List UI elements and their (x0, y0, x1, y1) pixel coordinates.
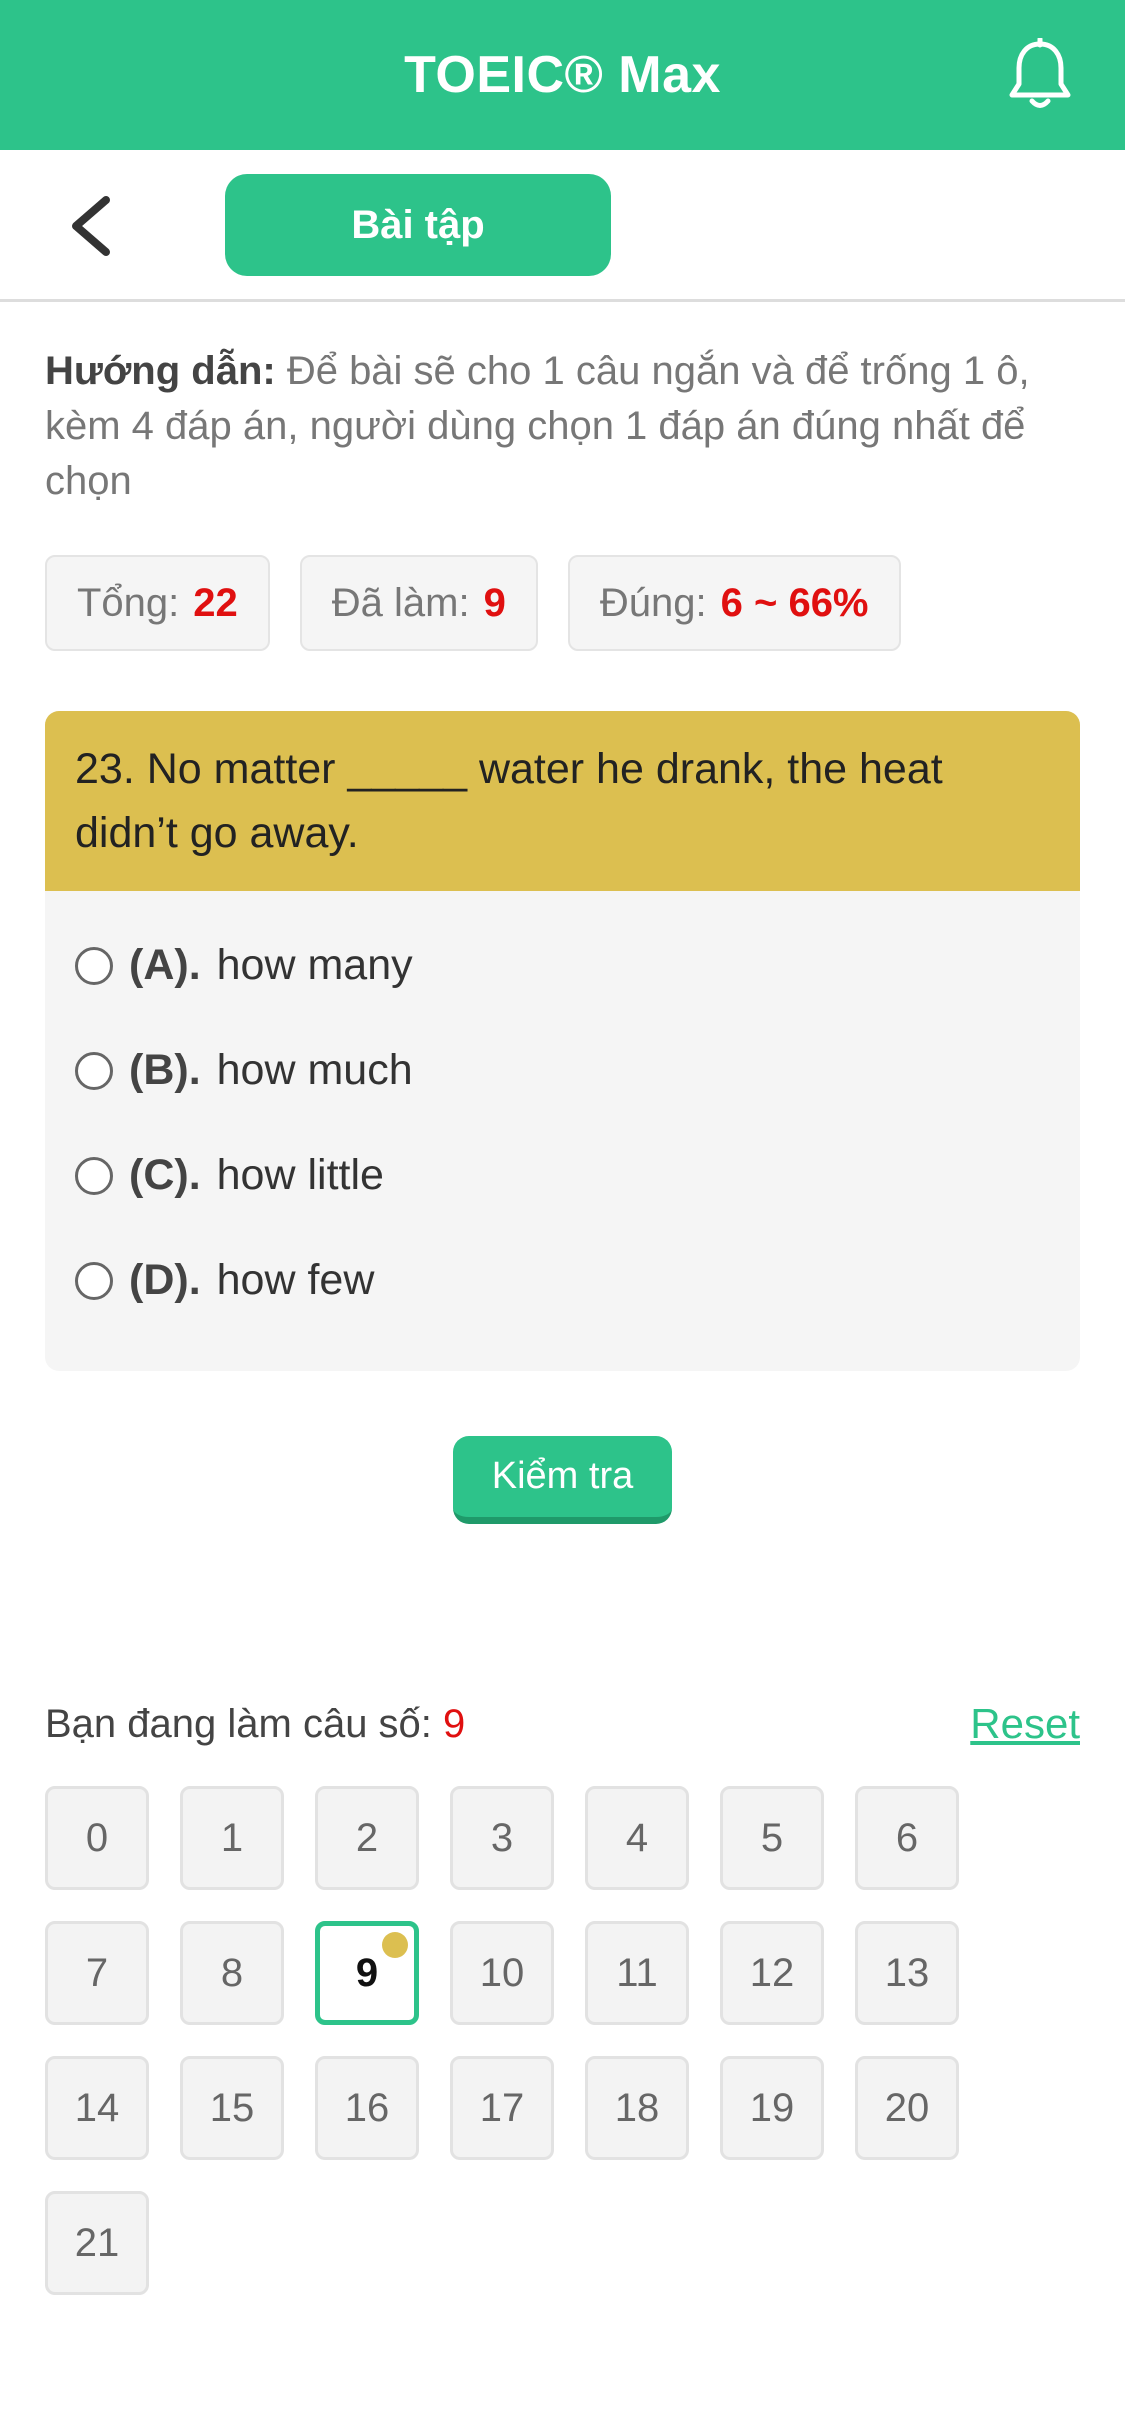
current-question-number: 9 (443, 1702, 466, 1746)
reset-link[interactable]: Reset (970, 1700, 1080, 1748)
stat-correct: Đúng: 6 ~ 66% (567, 555, 901, 651)
question-number-cell[interactable]: 15 (180, 2056, 284, 2160)
toolbar: Bài tập (0, 150, 1125, 302)
question-number-cell[interactable]: 21 (45, 2191, 149, 2295)
question-card: 23. No matter _____ water he drank, the … (45, 711, 1080, 1371)
answer-options: (A). how many (B). how much (C). how lit… (45, 891, 1080, 1333)
question-number: 0 (85, 1815, 109, 1860)
question-number: 8 (220, 1950, 244, 1995)
question-number: 4 (625, 1815, 649, 1860)
stat-label: Tổng: (77, 580, 180, 625)
question-number: 18 (614, 2085, 660, 2130)
question-text: 23. No matter _____ water he drank, the … (45, 711, 1080, 891)
check-button[interactable]: Kiểm tra (453, 1436, 672, 1524)
app-header: TOEIC® Max (0, 0, 1125, 150)
question-number-cell[interactable]: 13 (855, 1921, 959, 2025)
question-number-cell[interactable]: 6 (855, 1786, 959, 1890)
question-number-cell-active[interactable]: 9 (315, 1921, 419, 2025)
question-number-grid: 0 1 2 3 4 5 6 7 8 9 10 11 12 13 14 15 16 17 18 19 20 21 (45, 1786, 1085, 2295)
question-number-cell[interactable]: 20 (855, 2056, 959, 2160)
option-c[interactable]: (C). how little (45, 1123, 1080, 1228)
question-number-cell[interactable]: 0 (45, 1786, 149, 1890)
question-number-cell[interactable]: 16 (315, 2056, 419, 2160)
question-number: 20 (884, 2085, 930, 2130)
question-number-cell[interactable]: 5 (720, 1786, 824, 1890)
question-number: 5 (760, 1815, 784, 1860)
question-number-cell[interactable]: 8 (180, 1921, 284, 2025)
current-question-text: Bạn đang làm câu số: (45, 1702, 432, 1746)
question-number-cell[interactable]: 3 (450, 1786, 554, 1890)
option-key: (B). (129, 1046, 201, 1094)
tab-bai-tap[interactable]: Bài tập (225, 174, 611, 276)
instruction-label: Hướng dẫn: (45, 349, 276, 393)
question-number: 11 (616, 1950, 658, 1995)
question-number-cell[interactable]: 12 (720, 1921, 824, 2025)
stat-total: Tổng: 22 (45, 555, 270, 651)
question-number: 15 (209, 2085, 255, 2130)
stat-label: Đúng: (599, 580, 707, 625)
option-d[interactable]: (D). how few (45, 1228, 1080, 1333)
radio-button[interactable] (75, 946, 113, 985)
question-number-cell[interactable]: 19 (720, 2056, 824, 2160)
question-number-cell[interactable]: 1 (180, 1786, 284, 1890)
radio-button[interactable] (75, 1051, 113, 1090)
option-b[interactable]: (B). how much (45, 1018, 1080, 1123)
question-number: 21 (74, 2220, 120, 2265)
chevron-left-icon[interactable] (62, 194, 118, 258)
option-a[interactable]: (A). how many (45, 913, 1080, 1018)
option-text: how much (216, 1046, 413, 1094)
question-number-cell[interactable]: 10 (450, 1921, 554, 2025)
radio-button[interactable] (75, 1261, 113, 1300)
stat-value: 22 (193, 580, 238, 625)
option-key: (C). (129, 1151, 201, 1199)
bell-icon[interactable] (1007, 38, 1073, 112)
question-number-cell[interactable]: 11 (585, 1921, 689, 2025)
option-key: (D). (129, 1256, 201, 1304)
question-number: 14 (74, 2085, 120, 2130)
question-number: 19 (749, 2085, 795, 2130)
question-number: 7 (85, 1950, 109, 1995)
app-title: TOEIC® Max (404, 46, 721, 104)
instruction-text: Hướng dẫn: Để bài sẽ cho 1 câu ngắn và đ… (45, 344, 1085, 509)
question-number-cell[interactable]: 18 (585, 2056, 689, 2160)
stats-row: Tổng: 22 Đã làm: 9 Đúng: 6 ~ 66% (45, 555, 901, 651)
option-text: how few (216, 1256, 375, 1304)
question-number: 16 (344, 2085, 390, 2130)
option-key: (A). (129, 941, 201, 989)
question-number: 9 (355, 1950, 379, 1995)
question-number-cell[interactable]: 4 (585, 1786, 689, 1890)
option-text: how many (216, 941, 413, 989)
question-number-cell[interactable]: 17 (450, 2056, 554, 2160)
question-number: 10 (479, 1950, 525, 1995)
question-number: 17 (479, 2085, 525, 2130)
answered-dot-icon (382, 1932, 408, 1958)
question-number: 12 (749, 1950, 795, 1995)
stat-value: 6 ~ 66% (720, 580, 869, 625)
current-question-label: Bạn đang làm câu số: 9 (45, 1702, 465, 1747)
option-text: how little (216, 1151, 384, 1199)
question-number: 2 (355, 1815, 379, 1860)
question-number-cell[interactable]: 14 (45, 2056, 149, 2160)
radio-button[interactable] (75, 1156, 113, 1195)
question-number: 3 (490, 1815, 514, 1860)
question-number: 6 (895, 1815, 919, 1860)
stat-value: 9 (483, 580, 506, 625)
question-number-cell[interactable]: 2 (315, 1786, 419, 1890)
stat-done: Đã làm: 9 (299, 555, 538, 651)
stat-label: Đã làm: (331, 580, 470, 625)
question-number: 1 (220, 1815, 244, 1860)
question-number: 13 (884, 1950, 930, 1995)
question-number-cell[interactable]: 7 (45, 1921, 149, 2025)
